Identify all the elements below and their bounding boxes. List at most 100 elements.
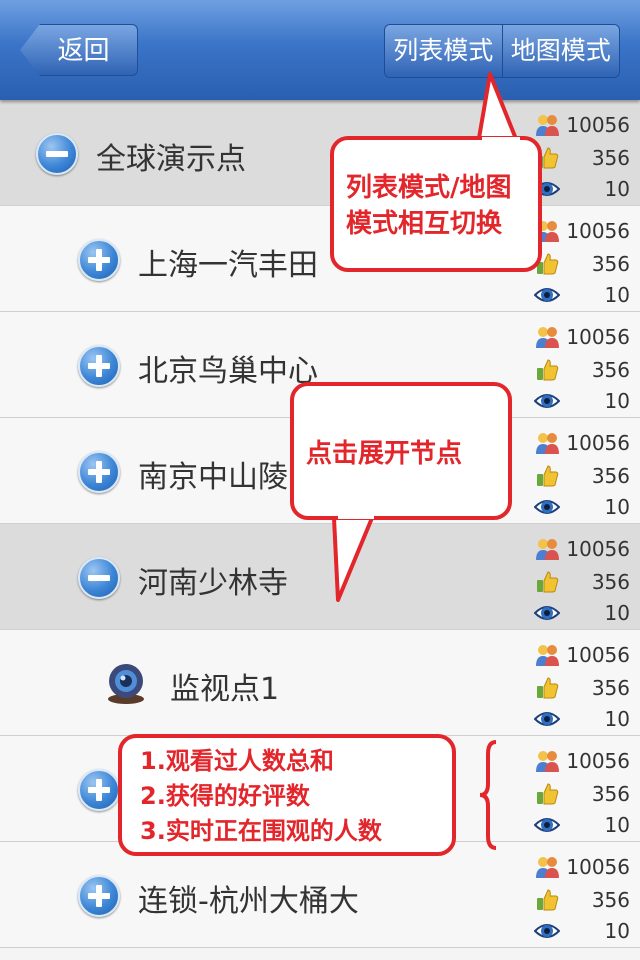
row-stats: 10056 356 10 — [528, 100, 640, 206]
legend-line: 1.观看过人数总和 — [140, 747, 334, 775]
likes-stat: 356 — [528, 673, 640, 703]
likes-stat: 356 — [528, 885, 640, 915]
watching-value: 10 — [604, 495, 630, 519]
watching-stat: 10 — [528, 280, 640, 310]
eye-icon — [534, 288, 560, 302]
likes-value: 356 — [591, 570, 630, 594]
row-stats: 10056 356 10 — [528, 206, 640, 312]
watching-stat: 10 — [528, 916, 640, 946]
navigation-bar: 返回 列表模式 地图模式 — [0, 0, 640, 100]
watching-stat: 10 — [528, 492, 640, 522]
stats-legend-callout: 1.观看过人数总和 2.获得的好评数 3.实时正在围观的人数 — [118, 734, 456, 856]
collapse-minus-icon[interactable] — [36, 133, 78, 175]
callout-text: 点击展开节点 — [306, 439, 463, 469]
views-stat: 10056 — [528, 746, 640, 776]
views-value: 10056 — [566, 431, 630, 455]
views-stat: 10056 — [528, 322, 640, 352]
row-stats: 10056 356 10 — [528, 312, 640, 418]
likes-value: 356 — [591, 676, 630, 700]
thumbs-up-icon — [537, 677, 559, 699]
webcam-icon — [108, 664, 144, 704]
likes-value: 356 — [591, 888, 630, 912]
row-label: 河南少林寺 — [138, 566, 288, 601]
likes-stat: 356 — [528, 779, 640, 809]
viewers-icon — [536, 539, 559, 560]
likes-value: 356 — [591, 146, 630, 170]
row-stats: 10056 356 10 — [528, 736, 640, 842]
viewers-icon — [536, 327, 559, 348]
row-label: 监视点1 — [170, 672, 280, 707]
watching-value: 10 — [604, 601, 630, 625]
likes-stat: 356 — [528, 143, 640, 173]
eye-icon — [534, 712, 560, 726]
callout-line: 列表模式/地图 — [346, 173, 512, 203]
likes-stat: 356 — [528, 567, 640, 597]
watching-value: 10 — [604, 707, 630, 731]
row-stats: 10056 356 10 — [528, 630, 640, 736]
watching-stat: 10 — [528, 810, 640, 840]
watching-stat: 10 — [528, 174, 640, 204]
tree-row[interactable]: 连锁-杭州大桶大 10056 356 10 — [0, 842, 640, 948]
watching-value: 10 — [604, 919, 630, 943]
views-value: 10056 — [566, 643, 630, 667]
views-value: 10056 — [566, 749, 630, 773]
views-stat: 10056 — [528, 110, 640, 140]
expand-plus-icon[interactable] — [78, 769, 120, 811]
watching-value: 10 — [604, 283, 630, 307]
expand-node-callout: 点击展开节点 — [290, 382, 512, 520]
row-label: 南京中山陵 — [138, 460, 288, 495]
views-stat: 10056 — [528, 428, 640, 458]
likes-stat: 356 — [528, 355, 640, 385]
views-value: 10056 — [566, 855, 630, 879]
watching-value: 10 — [604, 813, 630, 837]
expand-plus-icon[interactable] — [78, 239, 120, 281]
thumbs-up-icon — [537, 889, 559, 911]
eye-icon — [534, 818, 560, 832]
views-stat: 10056 — [528, 216, 640, 246]
expand-plus-icon[interactable] — [78, 451, 120, 493]
thumbs-up-icon — [537, 359, 559, 381]
eye-icon — [534, 924, 560, 938]
likes-stat: 356 — [528, 461, 640, 491]
watching-value: 10 — [604, 389, 630, 413]
views-value: 10056 — [566, 219, 630, 243]
tree-row[interactable]: 上海一汽丰田 10056 356 10 — [0, 206, 640, 312]
row-label: 连锁-杭州大桶大 — [138, 884, 359, 919]
row-label: 上海一汽丰田 — [138, 248, 318, 283]
viewers-icon — [536, 857, 559, 878]
stats-brace — [479, 740, 497, 850]
collapse-minus-icon[interactable] — [78, 557, 120, 599]
eye-icon — [534, 606, 560, 620]
expand-plus-icon[interactable] — [78, 345, 120, 387]
thumbs-up-icon — [537, 783, 559, 805]
views-value: 10056 — [566, 113, 630, 137]
likes-value: 356 — [591, 464, 630, 488]
likes-value: 356 — [591, 782, 630, 806]
thumbs-up-icon — [537, 465, 559, 487]
legend-line: 2.获得的好评数 — [140, 782, 310, 810]
views-value: 10056 — [566, 537, 630, 561]
watching-stat: 10 — [528, 386, 640, 416]
mode-switch-callout: 列表模式/地图 模式相互切换 — [330, 136, 542, 272]
eye-icon — [534, 394, 560, 408]
expand-plus-icon[interactable] — [78, 875, 120, 917]
watching-stat: 10 — [528, 598, 640, 628]
watching-stat: 10 — [528, 704, 640, 734]
tree-row[interactable]: 监视点1 10056 356 10 — [0, 630, 640, 736]
row-stats: 10056 356 10 — [528, 418, 640, 524]
viewers-icon — [536, 751, 559, 772]
row-stats: 10056 356 10 — [528, 524, 640, 630]
legend-line: 3.实时正在围观的人数 — [140, 817, 382, 845]
back-button[interactable]: 返回 — [20, 24, 138, 76]
eye-icon — [534, 500, 560, 514]
thumbs-up-icon — [537, 571, 559, 593]
likes-value: 356 — [591, 358, 630, 382]
tree-row[interactable]: 全球演示点 10056 356 10 — [0, 100, 640, 206]
row-label: 全球演示点 — [96, 142, 246, 177]
views-value: 10056 — [566, 325, 630, 349]
views-stat: 10056 — [528, 640, 640, 670]
likes-value: 356 — [591, 252, 630, 276]
row-label: 北京鸟巢中心 — [138, 354, 318, 389]
viewers-icon — [536, 433, 559, 454]
likes-stat: 356 — [528, 249, 640, 279]
